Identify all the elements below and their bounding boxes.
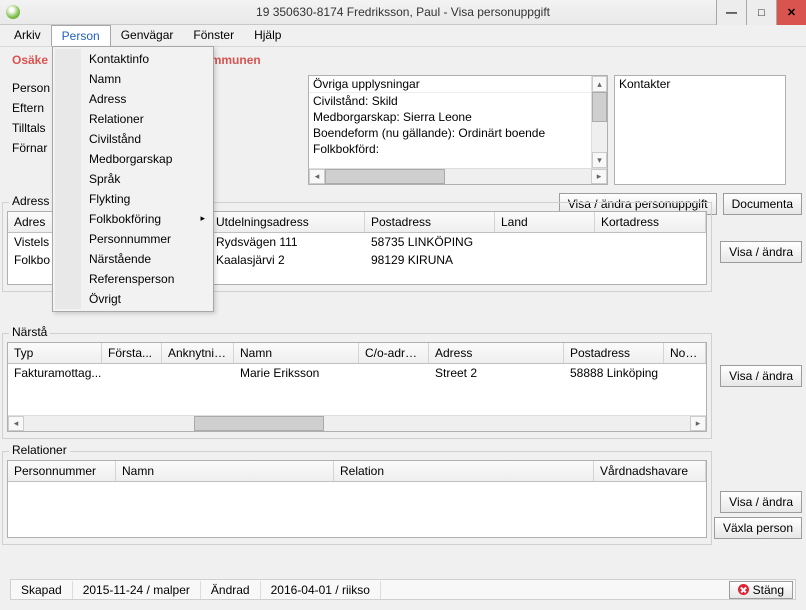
minimize-button[interactable]: — (716, 0, 746, 25)
relationer-table: Personnummer Namn Relation Vårdnadshavar… (7, 460, 707, 538)
ovriga-vscroll[interactable]: ▴ ▾ (591, 76, 607, 168)
label-person: Person (12, 81, 50, 95)
menu-folkbokforing[interactable]: Folkbokföring ▸ (81, 209, 211, 229)
scroll-thumb[interactable] (325, 169, 445, 184)
ovriga-line: Medborgarskap: Sierra Leone (309, 109, 607, 125)
label-fornar: Förnar (12, 141, 50, 155)
menu-medborgarskap[interactable]: Medborgarskap (81, 149, 211, 169)
scroll-track[interactable] (324, 416, 690, 431)
ovriga-line: Boendeform (nu gällande): Ordinärt boend… (309, 125, 607, 141)
window-title: 19 350630-8174 Fredriksson, Paul - Visa … (0, 5, 806, 19)
narstaende-header: Typ Första... Anknytning Namn C/o-adress… (8, 343, 706, 364)
status-skapad-value: 2015-11-24 / malper (73, 581, 201, 599)
th-land[interactable]: Land (495, 212, 595, 232)
documenta-button[interactable]: Documenta (723, 193, 802, 215)
ovriga-title: Övriga upplysningar (309, 76, 607, 93)
scroll-thumb[interactable] (194, 416, 324, 431)
menubar: Arkiv Person Genvägar Fönster Hjälp (0, 25, 806, 47)
menu-sprak[interactable]: Språk (81, 169, 211, 189)
status-andrad-value: 2016-04-01 / riikso (261, 581, 381, 599)
adresser-visa-andra-button[interactable]: Visa / ändra (720, 241, 802, 263)
th-forsta[interactable]: Första... (102, 343, 162, 363)
label-tilltals: Tilltals (12, 121, 50, 135)
relationer-label: Relationer (9, 443, 70, 457)
menu-adress[interactable]: Adress (81, 89, 211, 109)
menu-relationer[interactable]: Relationer (81, 109, 211, 129)
relationer-group: Relationer Personnummer Namn Relation Vå… (2, 451, 712, 545)
adresser-label: Adress (9, 194, 52, 208)
th-postadress2[interactable]: Postadress (564, 343, 664, 363)
person-dropdown: Kontaktinfo Namn Adress Relationer Civil… (52, 46, 214, 312)
menu-ovrigt[interactable]: Övrigt (81, 289, 211, 309)
th-relation[interactable]: Relation (334, 461, 594, 481)
left-label-column: Person Eftern Tilltals Förnar (12, 81, 50, 155)
th-typ[interactable]: Typ (8, 343, 102, 363)
scroll-right-icon[interactable]: ▸ (690, 416, 706, 431)
ovriga-line: Folkbokförd: (309, 141, 607, 157)
menu-narstaende[interactable]: Närstående (81, 249, 211, 269)
narstaende-visa-andra-button[interactable]: Visa / ändra (720, 365, 802, 387)
status-skapad-label: Skapad (11, 581, 73, 599)
menu-fonster[interactable]: Fönster (183, 25, 244, 46)
narstaende-table: Typ Första... Anknytning Namn C/o-adress… (7, 342, 707, 432)
app-icon (6, 5, 20, 19)
table-row[interactable]: Fakturamottag... Marie Eriksson Street 2… (8, 364, 706, 382)
menu-civilstand[interactable]: Civilstånd (81, 129, 211, 149)
th-notering[interactable]: Noterin (664, 343, 706, 363)
th-anknytning[interactable]: Anknytning (162, 343, 234, 363)
menu-person[interactable]: Person (51, 25, 111, 46)
kontakter-box: Kontakter (614, 75, 786, 185)
menu-flykting[interactable]: Flykting (81, 189, 211, 209)
scroll-left-icon[interactable]: ◂ (8, 416, 24, 431)
ovriga-upplysningar-box: Övriga upplysningar Civilstånd: Skild Me… (308, 75, 608, 185)
th-adress[interactable]: Adress (429, 343, 564, 363)
ovriga-hscroll[interactable]: ◂ ▸ (309, 168, 607, 184)
vaxla-person-button[interactable]: Växla person (714, 517, 802, 539)
scroll-thumb[interactable] (592, 92, 607, 122)
th-coadress[interactable]: C/o-adress (359, 343, 429, 363)
relationer-header: Personnummer Namn Relation Vårdnadshavar… (8, 461, 706, 482)
menu-hjalp[interactable]: Hjälp (244, 25, 291, 46)
menu-arkiv[interactable]: Arkiv (4, 25, 51, 46)
close-button[interactable]: ✕ (776, 0, 806, 25)
scroll-left-icon[interactable]: ◂ (309, 169, 325, 184)
scroll-right-icon[interactable]: ▸ (591, 169, 607, 184)
menu-kontaktinfo[interactable]: Kontaktinfo (81, 49, 211, 69)
scroll-track[interactable] (24, 416, 194, 431)
status-andrad-label: Ändrad (201, 581, 261, 599)
maximize-button[interactable]: □ (746, 0, 776, 25)
narstaende-group: Närstå Typ Första... Anknytning Namn C/o… (2, 333, 712, 439)
menu-personnummer[interactable]: Personnummer (81, 229, 211, 249)
stang-button[interactable]: Stäng (729, 581, 793, 599)
th-utdelning[interactable]: Utdelningsadress (210, 212, 365, 232)
titlebar: 19 350630-8174 Fredriksson, Paul - Visa … (0, 0, 806, 25)
menu-namn[interactable]: Namn (81, 69, 211, 89)
chevron-right-icon: ▸ (200, 213, 205, 224)
window-buttons: — □ ✕ (716, 0, 806, 25)
th-kortadress[interactable]: Kortadress (595, 212, 706, 232)
status-bar: Skapad 2015-11-24 / malper Ändrad 2016-0… (10, 579, 796, 600)
narstaende-hscroll[interactable]: ◂ ▸ (8, 415, 706, 431)
th-personnummer[interactable]: Personnummer (8, 461, 116, 481)
narstaende-label: Närstå (9, 325, 50, 339)
scroll-track[interactable] (445, 169, 591, 184)
narstaende-body: Fakturamottag... Marie Eriksson Street 2… (8, 364, 706, 382)
th-vardnadshavare[interactable]: Vårdnadshavare (594, 461, 706, 481)
th-namn2[interactable]: Namn (116, 461, 334, 481)
scroll-up-icon[interactable]: ▴ (592, 76, 607, 92)
menu-referensperson[interactable]: Referensperson (81, 269, 211, 289)
close-icon (738, 584, 749, 595)
scroll-down-icon[interactable]: ▾ (592, 152, 607, 168)
th-postadress[interactable]: Postadress (365, 212, 495, 232)
th-namn[interactable]: Namn (234, 343, 359, 363)
relationer-visa-andra-button[interactable]: Visa / ändra (720, 491, 802, 513)
label-eftern: Eftern (12, 101, 50, 115)
ovriga-line: Civilstånd: Skild (309, 93, 607, 109)
scroll-track[interactable] (592, 122, 607, 152)
menu-genvagar[interactable]: Genvägar (111, 25, 184, 46)
kontakter-title: Kontakter (615, 76, 785, 92)
